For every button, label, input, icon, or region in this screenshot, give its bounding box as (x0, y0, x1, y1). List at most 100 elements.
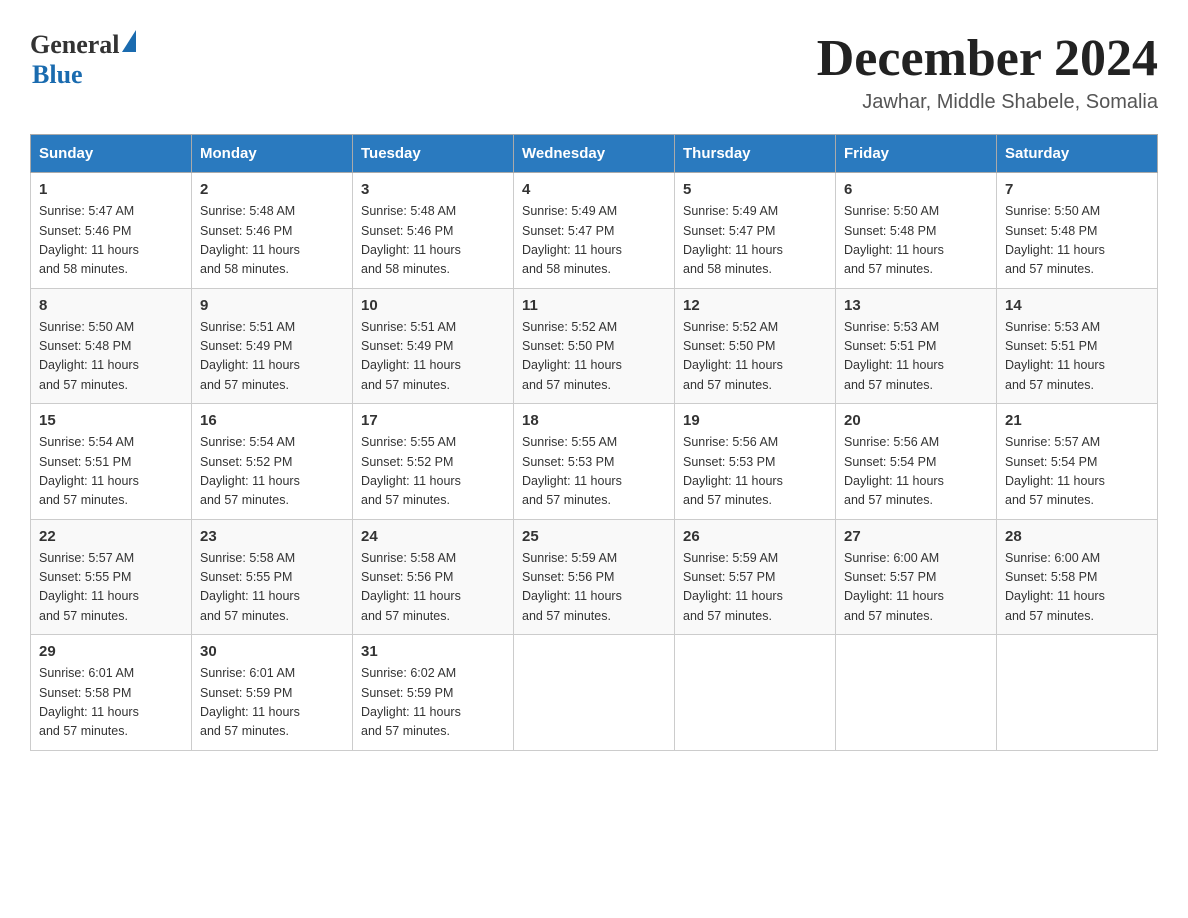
calendar-cell: 12 Sunrise: 5:52 AMSunset: 5:50 PMDaylig… (675, 288, 836, 404)
day-number: 25 (522, 528, 666, 545)
calendar-cell: 30 Sunrise: 6:01 AMSunset: 5:59 PMDaylig… (192, 635, 353, 751)
day-number: 16 (200, 412, 344, 429)
day-info: Sunrise: 6:00 AMSunset: 5:58 PMDaylight:… (1005, 551, 1105, 623)
day-info: Sunrise: 5:50 AMSunset: 5:48 PMDaylight:… (1005, 204, 1105, 276)
calendar-cell: 15 Sunrise: 5:54 AMSunset: 5:51 PMDaylig… (31, 404, 192, 520)
calendar-cell: 26 Sunrise: 5:59 AMSunset: 5:57 PMDaylig… (675, 519, 836, 635)
calendar-cell: 23 Sunrise: 5:58 AMSunset: 5:55 PMDaylig… (192, 519, 353, 635)
calendar-week-row: 29 Sunrise: 6:01 AMSunset: 5:58 PMDaylig… (31, 635, 1158, 751)
day-info: Sunrise: 5:53 AMSunset: 5:51 PMDaylight:… (844, 320, 944, 392)
day-info: Sunrise: 6:00 AMSunset: 5:57 PMDaylight:… (844, 551, 944, 623)
column-header-friday: Friday (836, 135, 997, 173)
calendar-cell: 9 Sunrise: 5:51 AMSunset: 5:49 PMDayligh… (192, 288, 353, 404)
day-info: Sunrise: 5:51 AMSunset: 5:49 PMDaylight:… (200, 320, 300, 392)
day-number: 13 (844, 297, 988, 314)
location-subtitle: Jawhar, Middle Shabele, Somalia (817, 91, 1158, 114)
day-number: 29 (39, 643, 183, 660)
day-info: Sunrise: 5:48 AMSunset: 5:46 PMDaylight:… (200, 204, 300, 276)
day-info: Sunrise: 6:01 AMSunset: 5:59 PMDaylight:… (200, 666, 300, 738)
calendar-header-row: SundayMondayTuesdayWednesdayThursdayFrid… (31, 135, 1158, 173)
calendar-cell (997, 635, 1158, 751)
day-number: 24 (361, 528, 505, 545)
day-number: 18 (522, 412, 666, 429)
calendar-cell: 3 Sunrise: 5:48 AMSunset: 5:46 PMDayligh… (353, 173, 514, 289)
day-info: Sunrise: 5:58 AMSunset: 5:55 PMDaylight:… (200, 551, 300, 623)
calendar-cell: 11 Sunrise: 5:52 AMSunset: 5:50 PMDaylig… (514, 288, 675, 404)
calendar-cell: 27 Sunrise: 6:00 AMSunset: 5:57 PMDaylig… (836, 519, 997, 635)
column-header-tuesday: Tuesday (353, 135, 514, 173)
day-number: 19 (683, 412, 827, 429)
calendar-cell: 8 Sunrise: 5:50 AMSunset: 5:48 PMDayligh… (31, 288, 192, 404)
calendar-cell: 31 Sunrise: 6:02 AMSunset: 5:59 PMDaylig… (353, 635, 514, 751)
day-number: 26 (683, 528, 827, 545)
calendar-cell (836, 635, 997, 751)
day-number: 27 (844, 528, 988, 545)
day-info: Sunrise: 5:59 AMSunset: 5:57 PMDaylight:… (683, 551, 783, 623)
calendar-week-row: 15 Sunrise: 5:54 AMSunset: 5:51 PMDaylig… (31, 404, 1158, 520)
day-number: 2 (200, 181, 344, 198)
column-header-saturday: Saturday (997, 135, 1158, 173)
calendar-cell: 5 Sunrise: 5:49 AMSunset: 5:47 PMDayligh… (675, 173, 836, 289)
calendar-cell: 2 Sunrise: 5:48 AMSunset: 5:46 PMDayligh… (192, 173, 353, 289)
calendar-cell: 7 Sunrise: 5:50 AMSunset: 5:48 PMDayligh… (997, 173, 1158, 289)
day-number: 31 (361, 643, 505, 660)
title-section: December 2024 Jawhar, Middle Shabele, So… (817, 30, 1158, 114)
day-number: 30 (200, 643, 344, 660)
day-info: Sunrise: 5:56 AMSunset: 5:54 PMDaylight:… (844, 435, 944, 507)
day-info: Sunrise: 5:55 AMSunset: 5:52 PMDaylight:… (361, 435, 461, 507)
calendar-table: SundayMondayTuesdayWednesdayThursdayFrid… (30, 134, 1158, 751)
calendar-cell: 14 Sunrise: 5:53 AMSunset: 5:51 PMDaylig… (997, 288, 1158, 404)
day-number: 23 (200, 528, 344, 545)
day-info: Sunrise: 5:51 AMSunset: 5:49 PMDaylight:… (361, 320, 461, 392)
day-info: Sunrise: 5:54 AMSunset: 5:51 PMDaylight:… (39, 435, 139, 507)
day-info: Sunrise: 5:50 AMSunset: 5:48 PMDaylight:… (39, 320, 139, 392)
calendar-week-row: 22 Sunrise: 5:57 AMSunset: 5:55 PMDaylig… (31, 519, 1158, 635)
column-header-wednesday: Wednesday (514, 135, 675, 173)
day-number: 4 (522, 181, 666, 198)
day-number: 10 (361, 297, 505, 314)
day-number: 20 (844, 412, 988, 429)
column-header-thursday: Thursday (675, 135, 836, 173)
calendar-cell: 21 Sunrise: 5:57 AMSunset: 5:54 PMDaylig… (997, 404, 1158, 520)
logo-blue-text: Blue (32, 60, 83, 90)
column-header-monday: Monday (192, 135, 353, 173)
day-info: Sunrise: 5:48 AMSunset: 5:46 PMDaylight:… (361, 204, 461, 276)
calendar-cell: 16 Sunrise: 5:54 AMSunset: 5:52 PMDaylig… (192, 404, 353, 520)
day-info: Sunrise: 5:59 AMSunset: 5:56 PMDaylight:… (522, 551, 622, 623)
calendar-cell (675, 635, 836, 751)
logo-general-text: General (30, 30, 120, 60)
day-number: 9 (200, 297, 344, 314)
calendar-cell: 19 Sunrise: 5:56 AMSunset: 5:53 PMDaylig… (675, 404, 836, 520)
day-info: Sunrise: 5:52 AMSunset: 5:50 PMDaylight:… (522, 320, 622, 392)
calendar-cell: 18 Sunrise: 5:55 AMSunset: 5:53 PMDaylig… (514, 404, 675, 520)
day-info: Sunrise: 5:49 AMSunset: 5:47 PMDaylight:… (522, 204, 622, 276)
column-header-sunday: Sunday (31, 135, 192, 173)
calendar-cell: 1 Sunrise: 5:47 AMSunset: 5:46 PMDayligh… (31, 173, 192, 289)
day-info: Sunrise: 5:47 AMSunset: 5:46 PMDaylight:… (39, 204, 139, 276)
day-info: Sunrise: 5:54 AMSunset: 5:52 PMDaylight:… (200, 435, 300, 507)
day-info: Sunrise: 6:01 AMSunset: 5:58 PMDaylight:… (39, 666, 139, 738)
day-number: 15 (39, 412, 183, 429)
day-info: Sunrise: 5:57 AMSunset: 5:54 PMDaylight:… (1005, 435, 1105, 507)
calendar-cell: 4 Sunrise: 5:49 AMSunset: 5:47 PMDayligh… (514, 173, 675, 289)
calendar-cell: 10 Sunrise: 5:51 AMSunset: 5:49 PMDaylig… (353, 288, 514, 404)
day-info: Sunrise: 5:57 AMSunset: 5:55 PMDaylight:… (39, 551, 139, 623)
day-number: 21 (1005, 412, 1149, 429)
day-info: Sunrise: 5:55 AMSunset: 5:53 PMDaylight:… (522, 435, 622, 507)
calendar-cell: 22 Sunrise: 5:57 AMSunset: 5:55 PMDaylig… (31, 519, 192, 635)
day-info: Sunrise: 5:52 AMSunset: 5:50 PMDaylight:… (683, 320, 783, 392)
calendar-cell: 28 Sunrise: 6:00 AMSunset: 5:58 PMDaylig… (997, 519, 1158, 635)
day-number: 1 (39, 181, 183, 198)
calendar-cell: 17 Sunrise: 5:55 AMSunset: 5:52 PMDaylig… (353, 404, 514, 520)
day-info: Sunrise: 6:02 AMSunset: 5:59 PMDaylight:… (361, 666, 461, 738)
day-info: Sunrise: 5:49 AMSunset: 5:47 PMDaylight:… (683, 204, 783, 276)
calendar-cell (514, 635, 675, 751)
day-info: Sunrise: 5:53 AMSunset: 5:51 PMDaylight:… (1005, 320, 1105, 392)
day-number: 17 (361, 412, 505, 429)
day-number: 6 (844, 181, 988, 198)
day-number: 5 (683, 181, 827, 198)
day-number: 3 (361, 181, 505, 198)
calendar-cell: 13 Sunrise: 5:53 AMSunset: 5:51 PMDaylig… (836, 288, 997, 404)
day-info: Sunrise: 5:58 AMSunset: 5:56 PMDaylight:… (361, 551, 461, 623)
calendar-week-row: 1 Sunrise: 5:47 AMSunset: 5:46 PMDayligh… (31, 173, 1158, 289)
